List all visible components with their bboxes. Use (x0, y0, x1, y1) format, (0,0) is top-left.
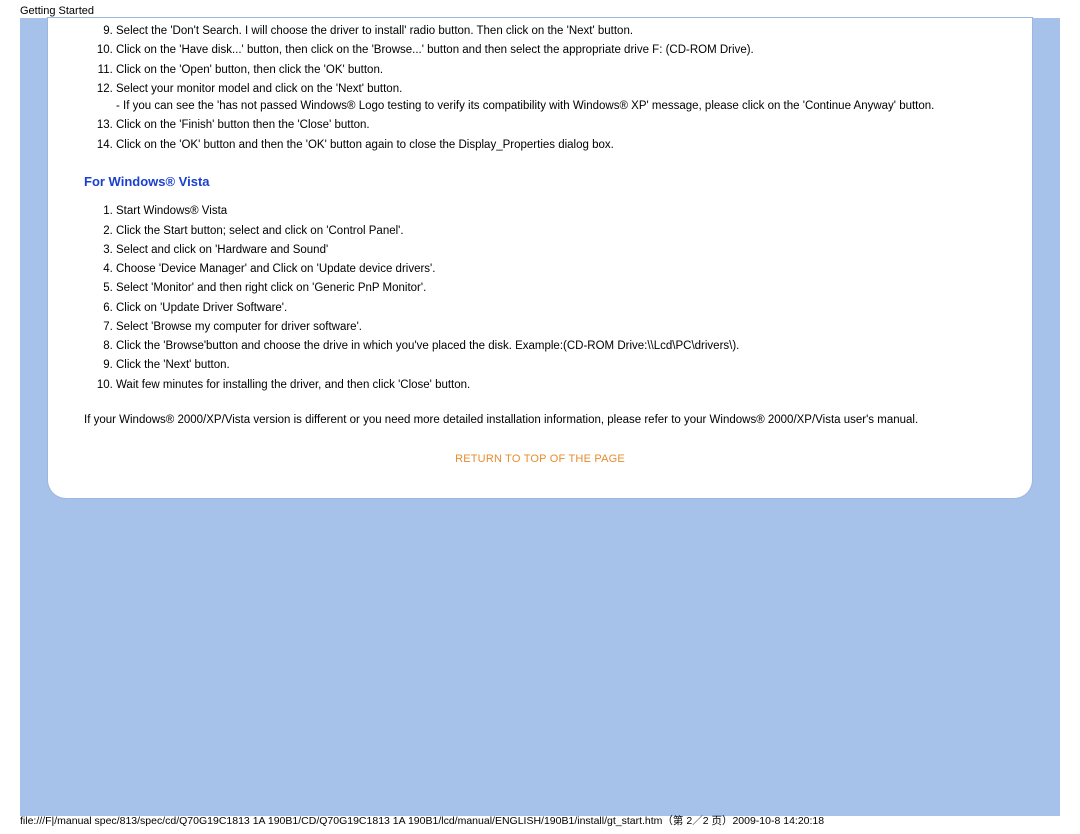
vista-step-10: Wait few minutes for installing the driv… (116, 377, 996, 394)
vista-step-5: Select 'Monitor' and then right click on… (116, 280, 996, 297)
vista-step-1: Start Windows® Vista (116, 203, 996, 220)
xp-step-12: Select your monitor model and click on t… (116, 81, 996, 116)
content-panel: Select the 'Don't Search. I will choose … (48, 18, 1032, 498)
vista-steps-list: Start Windows® Vista Click the Start but… (84, 203, 996, 394)
vista-step-2: Click the Start button; select and click… (116, 223, 996, 240)
vista-heading: For Windows® Vista (84, 172, 996, 192)
footer-file-path: file:///F|/manual spec/813/spec/cd/Q70G1… (20, 813, 824, 828)
page-title: Getting Started (20, 5, 94, 17)
closing-text: If your Windows® 2000/XP/Vista version i… (84, 412, 996, 429)
vista-step-8: Click the 'Browse'button and choose the … (116, 338, 996, 355)
xp-step-10: Click on the 'Have disk...' button, then… (116, 42, 996, 59)
vista-step-4: Choose 'Device Manager' and Click on 'Up… (116, 261, 996, 278)
xp-step-14: Click on the 'OK' button and then the 'O… (116, 137, 996, 154)
xp-step-9: Select the 'Don't Search. I will choose … (116, 23, 996, 40)
vista-step-9: Click the 'Next' button. (116, 357, 996, 374)
vista-step-7: Select 'Browse my computer for driver so… (116, 319, 996, 336)
content-area: Select the 'Don't Search. I will choose … (48, 18, 1032, 468)
xp-step-13: Click on the 'Finish' button then the 'C… (116, 117, 996, 134)
return-to-top-link[interactable]: RETURN TO TOP OF THE PAGE (84, 451, 996, 468)
xp-steps-list: Select the 'Don't Search. I will choose … (84, 23, 996, 154)
page-background: Select the 'Don't Search. I will choose … (20, 18, 1060, 816)
vista-step-6: Click on 'Update Driver Software'. (116, 300, 996, 317)
xp-step-11: Click on the 'Open' button, then click t… (116, 62, 996, 79)
vista-step-3: Select and click on 'Hardware and Sound' (116, 242, 996, 259)
xp-step-12-note: - If you can see the 'has not passed Win… (116, 98, 996, 115)
xp-step-12-text: Select your monitor model and click on t… (116, 83, 402, 95)
